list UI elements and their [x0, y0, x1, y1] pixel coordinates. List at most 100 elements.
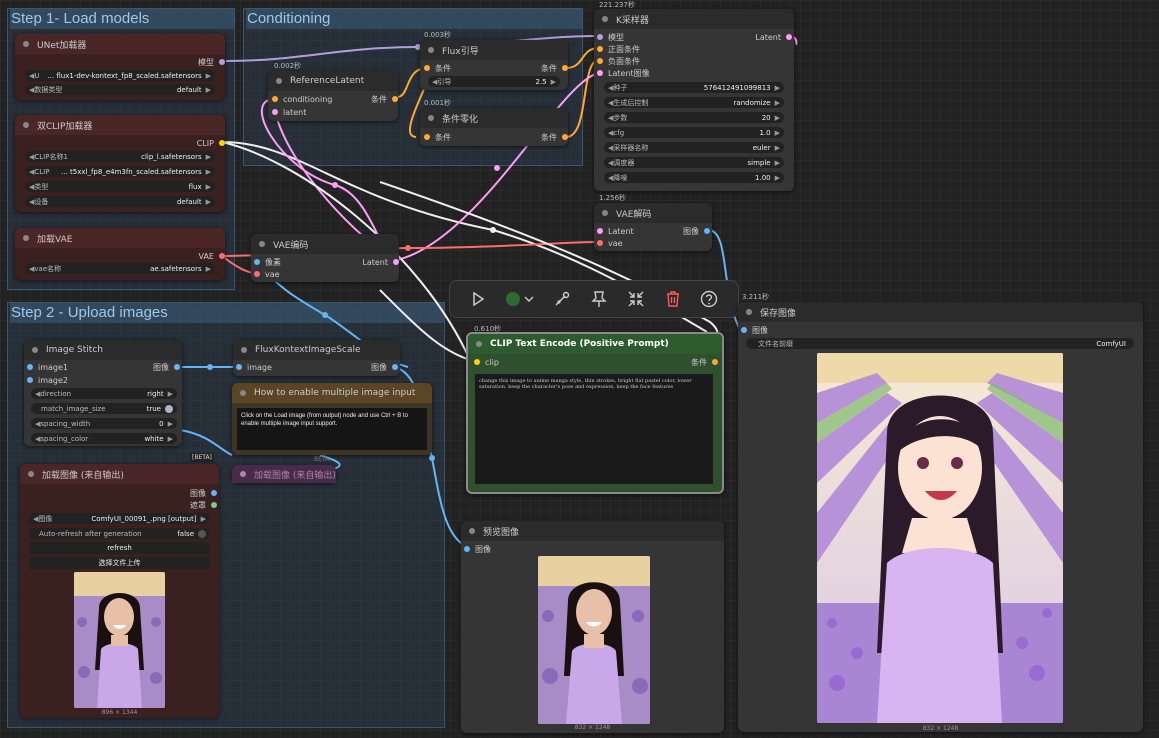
- pin-icon[interactable]: [597, 228, 603, 234]
- output-conditioning[interactable]: 条件: [541, 62, 568, 74]
- node-header[interactable]: 加载图像 (来自输出): [20, 464, 219, 484]
- output-conditioning[interactable]: 条件: [371, 93, 398, 105]
- input-vae[interactable]: vae: [254, 268, 280, 280]
- node-vae-loader[interactable]: 加载VAE VAE ◀ vae名称 ae.safetensors ▶: [15, 228, 225, 280]
- widget-cfg[interactable]: ◀ cfg 1.0 ▶: [604, 127, 784, 138]
- node-header[interactable]: 加载VAE: [15, 228, 225, 248]
- arrow-right-icon[interactable]: ▶: [168, 435, 173, 443]
- arrow-right-icon[interactable]: ▶: [775, 84, 780, 92]
- node-reference-latent[interactable]: ReferenceLatent conditioning latent 条件: [268, 71, 398, 121]
- input-clip[interactable]: clip: [474, 356, 499, 368]
- note-text[interactable]: Click on the Load image (from output) no…: [237, 408, 427, 450]
- collapse-dot-icon[interactable]: [28, 471, 34, 477]
- collapse-dot-icon[interactable]: [23, 235, 29, 241]
- input-negative[interactable]: 负面条件: [597, 55, 640, 67]
- node-header[interactable]: K采样器: [594, 9, 794, 29]
- input-image2[interactable]: image2: [27, 374, 68, 386]
- play-icon[interactable]: [466, 287, 490, 311]
- node-header[interactable]: CLIP Text Encode (Positive Prompt): [468, 334, 722, 354]
- pin-icon[interactable]: [27, 377, 33, 383]
- pin-icon[interactable]: [392, 96, 398, 102]
- collapse-dot-icon[interactable]: [746, 309, 752, 315]
- pin-icon[interactable]: [254, 259, 260, 265]
- node-flux-guidance[interactable]: Flux引导 条件 条件 ◀ 引导 2.5 ▶: [420, 40, 568, 90]
- node-header[interactable]: VAE解码: [594, 203, 712, 223]
- pin-icon[interactable]: [424, 65, 430, 71]
- node-save-image[interactable]: 保存图像 图像 文件名前缀 ComfyUI 832 × 1248: [738, 302, 1143, 732]
- collapse-dot-icon[interactable]: [602, 210, 608, 216]
- widget-match-image-size[interactable]: match_image_size true: [31, 403, 177, 414]
- pin-icon[interactable]: [712, 359, 718, 365]
- node-header[interactable]: How to enable multiple image input: [232, 383, 432, 403]
- collapse-dot-icon[interactable]: [469, 528, 475, 534]
- pin-icon[interactable]: [219, 140, 225, 146]
- color-circle-icon[interactable]: [503, 287, 537, 311]
- pin-icon[interactable]: [464, 546, 470, 552]
- widget-scheduler[interactable]: ◀ 调度器 simple ▶: [604, 157, 784, 168]
- widget-vae-name[interactable]: ◀ vae名称 ae.safetensors ▶: [25, 263, 215, 274]
- node-header[interactable]: 保存图像: [738, 302, 1143, 322]
- widget-spacing-width[interactable]: ◀ spacing_width 0 ▶: [31, 418, 177, 429]
- pin-icon[interactable]: [474, 359, 480, 365]
- widget-sampler-name[interactable]: ◀ 采样器名称 euler ▶: [604, 142, 784, 153]
- arrow-right-icon[interactable]: ▶: [551, 78, 556, 86]
- input-images[interactable]: 图像: [741, 324, 768, 336]
- pin-icon[interactable]: [704, 228, 710, 234]
- node-header[interactable]: 条件零化: [420, 108, 568, 128]
- pin-icon[interactable]: [597, 34, 603, 40]
- collapse-dot-icon[interactable]: [241, 347, 247, 353]
- output-mask[interactable]: 遮罩: [190, 499, 217, 511]
- widget-guidance[interactable]: ◀ 引导 2.5 ▶: [428, 76, 560, 87]
- node-header[interactable]: Image Stitch: [24, 340, 182, 360]
- node-load-image[interactable]: 加载图像 (来自输出) 图像 遮罩 ◀ 图像 ComfyUI_00091_.png …: [20, 464, 219, 718]
- trash-icon[interactable]: [661, 287, 685, 311]
- arrow-right-icon[interactable]: ▶: [775, 144, 780, 152]
- arrow-right-icon[interactable]: ▶: [775, 174, 780, 182]
- collapse-dot-icon[interactable]: [476, 341, 482, 347]
- output-image[interactable]: 图像: [683, 225, 710, 237]
- arrow-right-icon[interactable]: ▶: [168, 390, 173, 398]
- pen-link-icon[interactable]: [550, 287, 574, 311]
- node-clip-text-encode[interactable]: CLIP Text Encode (Positive Prompt) clip …: [466, 332, 724, 494]
- pin-icon[interactable]: [597, 70, 603, 76]
- widget-steps[interactable]: ◀ 步数 20 ▶: [604, 112, 784, 123]
- node-header[interactable]: FluxKontextImageScale: [233, 340, 400, 360]
- selection-toolbar[interactable]: [449, 280, 739, 318]
- node-header[interactable]: 加载图像 (来自输出): [232, 465, 336, 483]
- node-note[interactable]: How to enable multiple image input Click…: [232, 383, 432, 455]
- output-conditioning[interactable]: 条件: [541, 131, 568, 143]
- node-dualclip-loader[interactable]: 双CLIP加载器 CLIP ◀ CLIP名称1 clip_l.safetensors…: [15, 115, 225, 212]
- output-model[interactable]: 模型: [198, 56, 225, 68]
- input-vae[interactable]: vae: [597, 237, 623, 249]
- pin-icon[interactable]: [597, 58, 603, 64]
- pin-icon[interactable]: [27, 364, 33, 370]
- node-preview-image[interactable]: 预览图像 图像 832 × 1248: [461, 521, 724, 733]
- node-load-image-collapsed[interactable]: 加载图像 (来自输出): [232, 465, 336, 483]
- input-images[interactable]: 图像: [464, 543, 491, 555]
- prompt-textarea[interactable]: change this image to anime manga style, …: [475, 374, 713, 484]
- arrow-right-icon[interactable]: ▶: [206, 265, 211, 273]
- node-header[interactable]: VAE编码: [251, 234, 399, 254]
- collapse-dot-icon[interactable]: [259, 241, 265, 247]
- arrow-right-icon[interactable]: ▶: [206, 198, 211, 206]
- node-conditioning-zero-out[interactable]: 条件零化 条件 条件: [420, 108, 568, 146]
- node-ksampler[interactable]: K采样器 模型 正面条件 负面条件 Latent图像 Latent ◀ 种子 576…: [594, 9, 794, 191]
- collapse-dot-icon[interactable]: [23, 41, 29, 47]
- widget-auto-refresh[interactable]: Auto-refresh after generation false: [29, 528, 210, 539]
- toggle-icon[interactable]: [165, 404, 173, 413]
- input-positive[interactable]: 正面条件: [597, 43, 640, 55]
- widget-clip-name1[interactable]: ◀ CLIP名称1 clip_l.safetensors ▶: [25, 151, 215, 162]
- pin-icon[interactable]: [211, 502, 217, 508]
- node-image-stitch[interactable]: Image Stitch image1 image2 图像 ◀ direction…: [24, 340, 182, 446]
- output-image[interactable]: 图像: [190, 487, 217, 499]
- upload-button[interactable]: 选择文件上传: [29, 557, 210, 569]
- collapse-dot-icon[interactable]: [240, 471, 246, 477]
- arrow-right-icon[interactable]: ▶: [775, 159, 780, 167]
- arrow-right-icon[interactable]: ▶: [206, 153, 211, 161]
- output-image[interactable]: 图像: [371, 361, 398, 373]
- pin-icon[interactable]: [786, 34, 792, 40]
- collapse-dot-icon[interactable]: [276, 78, 282, 84]
- pin-icon[interactable]: [392, 364, 398, 370]
- output-clip[interactable]: CLIP: [197, 137, 225, 149]
- widget-control-after-generate[interactable]: ◀ 生成后控制 randomize ▶: [604, 97, 784, 108]
